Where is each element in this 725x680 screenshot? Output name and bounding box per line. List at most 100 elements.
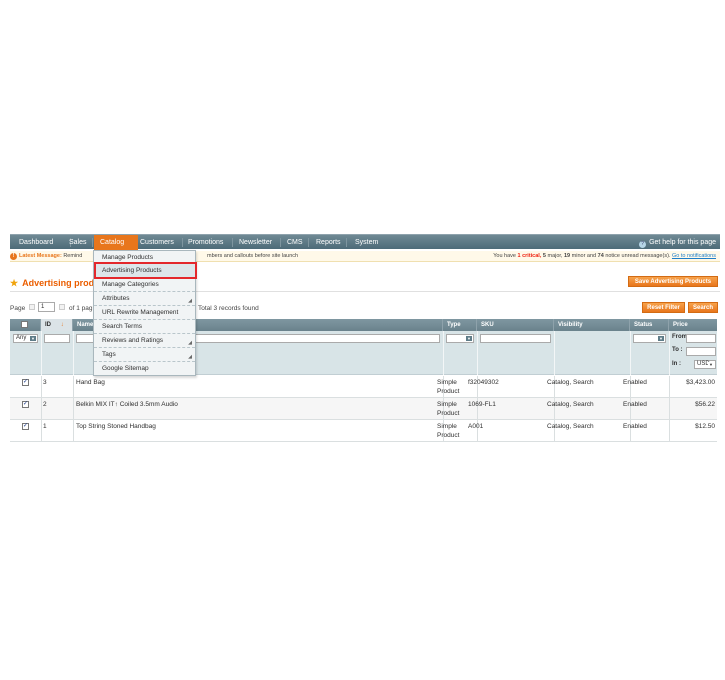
- column-divider: [73, 398, 74, 420]
- row-id: 1: [43, 423, 47, 430]
- help-link[interactable]: ? Get help for this page: [639, 235, 716, 250]
- price-from-input[interactable]: [686, 334, 716, 343]
- search-button[interactable]: Search: [688, 302, 718, 313]
- chevron-down-icon: ▼: [658, 336, 664, 341]
- column-divider: [41, 420, 42, 442]
- sku-filter-input[interactable]: [480, 334, 551, 343]
- row-sku: A001: [468, 423, 484, 430]
- sort-desc-icon: ↓: [60, 322, 64, 328]
- column-header-status[interactable]: Status: [630, 319, 669, 331]
- nav-separator: [346, 238, 347, 247]
- nav-newsletter[interactable]: Newsletter: [239, 235, 272, 250]
- filter-separator: [477, 331, 478, 375]
- menu-item-reviews-and-ratings[interactable]: Reviews and Ratings ◢: [94, 334, 195, 348]
- warning-icon: !: [10, 253, 17, 260]
- column-divider: [41, 398, 42, 420]
- table-row[interactable]: ✓ 2 Belkin MIX IT↑ Coiled 3.5mm Audio Si…: [10, 398, 717, 420]
- table-row[interactable]: ✓ 3 Hand Bag Simple Product f32049302 Cat…: [10, 376, 717, 398]
- nav-cms[interactable]: CMS: [287, 235, 303, 250]
- menu-item-manage-categories[interactable]: Manage Categories: [94, 278, 195, 292]
- save-advertising-products-button[interactable]: Save Advertising Products: [628, 276, 718, 287]
- column-divider: [73, 376, 74, 398]
- chevron-down-icon: ▼: [30, 336, 36, 341]
- next-page-icon[interactable]: [59, 304, 65, 310]
- row-status: Enabled: [623, 401, 647, 408]
- highlight-box: [94, 262, 197, 279]
- row-price: $3,423.00: [686, 379, 715, 386]
- major-count: 5: [542, 253, 546, 259]
- table-row[interactable]: ✓ 1 Top String Stoned Handbag Simple Prod…: [10, 420, 717, 442]
- row-name: Belkin MIX IT↑ Coiled 3.5mm Audio: [76, 401, 178, 408]
- filter-separator: [73, 331, 74, 375]
- nav-separator: [308, 238, 309, 247]
- row-id: 3: [43, 379, 47, 386]
- filter-separator: [669, 331, 670, 375]
- page-title: ★ Advertising produ: [10, 278, 100, 288]
- menu-item-google-sitemap[interactable]: Google Sitemap: [94, 362, 195, 376]
- row-type: Simple Product: [437, 379, 460, 395]
- row-visibility: Catalog, Search: [547, 401, 594, 408]
- select-all-checkbox[interactable]: [21, 321, 28, 328]
- go-to-notifications-link[interactable]: Go to notifications: [672, 253, 716, 259]
- reset-filter-button[interactable]: Reset Filter: [642, 302, 685, 313]
- star-icon: ★: [10, 278, 19, 288]
- id-filter-input[interactable]: [44, 334, 70, 343]
- submenu-arrow-icon: ◢: [188, 298, 192, 304]
- row-visibility: Catalog, Search: [547, 379, 594, 386]
- row-type: Simple Product: [437, 401, 460, 417]
- menu-item-attributes[interactable]: Attributes ◢: [94, 292, 195, 306]
- filter-separator: [41, 331, 42, 375]
- row-price: $56.22: [695, 401, 715, 408]
- message-summary: You have 1 critical, 5 major, 19 minor a…: [493, 253, 716, 259]
- nav-reports[interactable]: Reports: [316, 235, 341, 250]
- row-checkbox[interactable]: ✓: [22, 423, 29, 430]
- nav-customers[interactable]: Customers: [140, 235, 174, 250]
- menu-item-search-terms[interactable]: Search Terms: [94, 320, 195, 334]
- column-divider: [41, 376, 42, 398]
- column-header-sku[interactable]: SKU: [477, 319, 554, 331]
- column-divider: [73, 420, 74, 442]
- row-name: Hand Bag: [76, 379, 105, 386]
- prev-page-icon[interactable]: [29, 304, 35, 310]
- nav-system[interactable]: System: [355, 235, 378, 250]
- column-header-type[interactable]: Type: [443, 319, 477, 331]
- filter-separator: [630, 331, 631, 375]
- row-checkbox[interactable]: ✓: [22, 379, 29, 386]
- help-link-label: Get help for this page: [649, 239, 716, 246]
- page-number-input[interactable]: 1: [38, 302, 55, 312]
- chevron-down-icon: ▼: [708, 362, 714, 367]
- row-name: Top String Stoned Handbag: [76, 423, 156, 430]
- price-currency-select[interactable]: USD ▼: [694, 360, 716, 369]
- row-id: 2: [43, 401, 47, 408]
- price-currency-label: In :: [672, 361, 681, 367]
- row-visibility: Catalog, Search: [547, 423, 594, 430]
- row-checkbox[interactable]: ✓: [22, 401, 29, 408]
- status-filter-select[interactable]: ▼: [633, 334, 666, 343]
- row-type: Simple Product: [437, 423, 460, 439]
- main-nav: Dashboard Sales Catalog Customers Promot…: [10, 234, 720, 250]
- row-status: Enabled: [623, 379, 647, 386]
- latest-message-tail: mbers and callouts before site launch: [207, 253, 299, 259]
- price-to-label: To :: [672, 347, 683, 353]
- nav-sales[interactable]: Sales: [69, 235, 87, 250]
- submenu-arrow-icon: ◢: [188, 354, 192, 360]
- column-header-id[interactable]: ID ↓: [41, 319, 73, 331]
- column-header-visibility[interactable]: Visibility: [554, 319, 630, 331]
- nav-promotions[interactable]: Promotions: [188, 235, 223, 250]
- price-to-input[interactable]: [686, 347, 716, 356]
- nav-catalog[interactable]: Catalog: [94, 235, 138, 250]
- type-filter-select[interactable]: ▼: [446, 334, 474, 343]
- column-header-price[interactable]: Price: [669, 319, 717, 331]
- help-icon: ?: [639, 241, 647, 248]
- menu-item-url-rewrite-management[interactable]: URL Rewrite Management: [94, 306, 195, 320]
- critical-count: 1: [517, 253, 521, 259]
- menu-item-tags[interactable]: Tags ◢: [94, 348, 195, 362]
- notice-count: 74: [597, 253, 604, 259]
- pager-of-pages: of 1 pag: [69, 305, 93, 312]
- massaction-filter-select[interactable]: Any ▼: [13, 334, 38, 343]
- latest-message-label: Latest Message:: [19, 253, 62, 259]
- pager-label: Page: [10, 305, 26, 312]
- filter-separator: [443, 331, 444, 375]
- select-all-header[interactable]: [10, 319, 41, 331]
- nav-dashboard[interactable]: Dashboard: [19, 235, 53, 250]
